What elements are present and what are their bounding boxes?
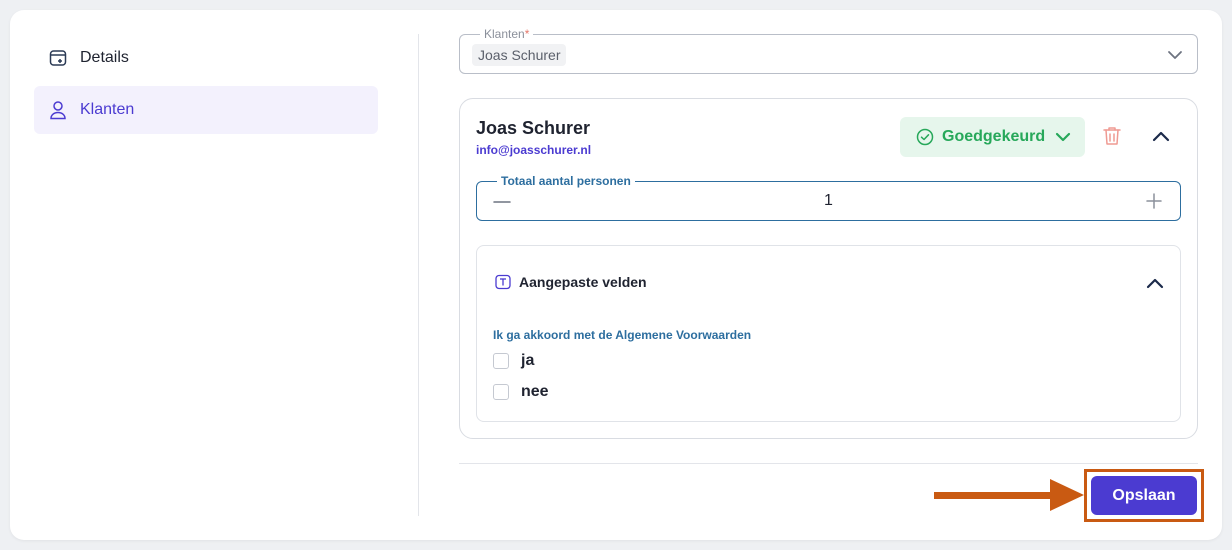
custom-fields-section: Aangepaste velden Ik ga akkoord met de A… [476,245,1181,422]
persons-stepper[interactable]: Totaal aantal personen 1 [476,174,1181,221]
client-name: Joas Schurer [476,118,591,138]
option-ja[interactable]: ja [493,352,534,370]
option-nee[interactable]: nee [493,383,549,401]
status-label: Goedgekeurd [942,128,1046,145]
klanten-select-label: Klanten* [480,27,534,41]
horizontal-divider [459,463,1198,464]
save-button[interactable]: Opslaan [1091,476,1197,515]
plus-icon[interactable] [1146,193,1162,214]
option-label: nee [521,383,549,400]
text-field-icon [495,274,511,290]
chevron-up-icon[interactable] [1152,129,1170,148]
custom-fields-header: Aangepaste velden [495,274,647,290]
terms-label: Ik ga akkoord met de Algemene Voorwaarde… [493,328,752,342]
checkbox[interactable] [493,384,509,400]
trash-icon[interactable] [1103,126,1121,151]
custom-fields-title: Aangepaste velden [519,274,647,290]
sidebar-item-klanten[interactable]: Klanten [34,86,378,134]
sidebar-item-details[interactable]: Details [34,34,378,82]
klanten-select[interactable]: Klanten* Joas Schurer [459,27,1198,74]
status-dropdown-button[interactable]: Goedgekeurd [900,117,1085,157]
client-card: Joas Schurer info@joasschurer.nl Goedgek… [459,98,1198,439]
client-email[interactable]: info@joasschurer.nl [476,143,591,157]
sidebar-item-label: Details [80,49,129,66]
vertical-divider [418,34,419,516]
persons-value[interactable]: 1 [477,192,1180,210]
chevron-up-icon[interactable] [1146,276,1164,295]
selected-client-chip[interactable]: Joas Schurer [472,44,567,66]
chevron-down-icon [1055,129,1071,145]
user-icon [48,100,68,120]
required-mark: * [524,27,530,41]
sidebar-item-label: Klanten [80,101,135,118]
form-card: Details Klanten Klanten* Joas Schurer Jo… [10,10,1222,540]
option-label: ja [521,352,535,369]
check-circle-icon [916,128,934,146]
calendar-plus-icon [48,48,68,68]
checkbox[interactable] [493,353,509,369]
arrow-annotation-icon [934,479,1084,511]
persons-label: Totaal aantal personen [497,174,635,188]
chevron-down-icon[interactable] [1167,47,1183,68]
